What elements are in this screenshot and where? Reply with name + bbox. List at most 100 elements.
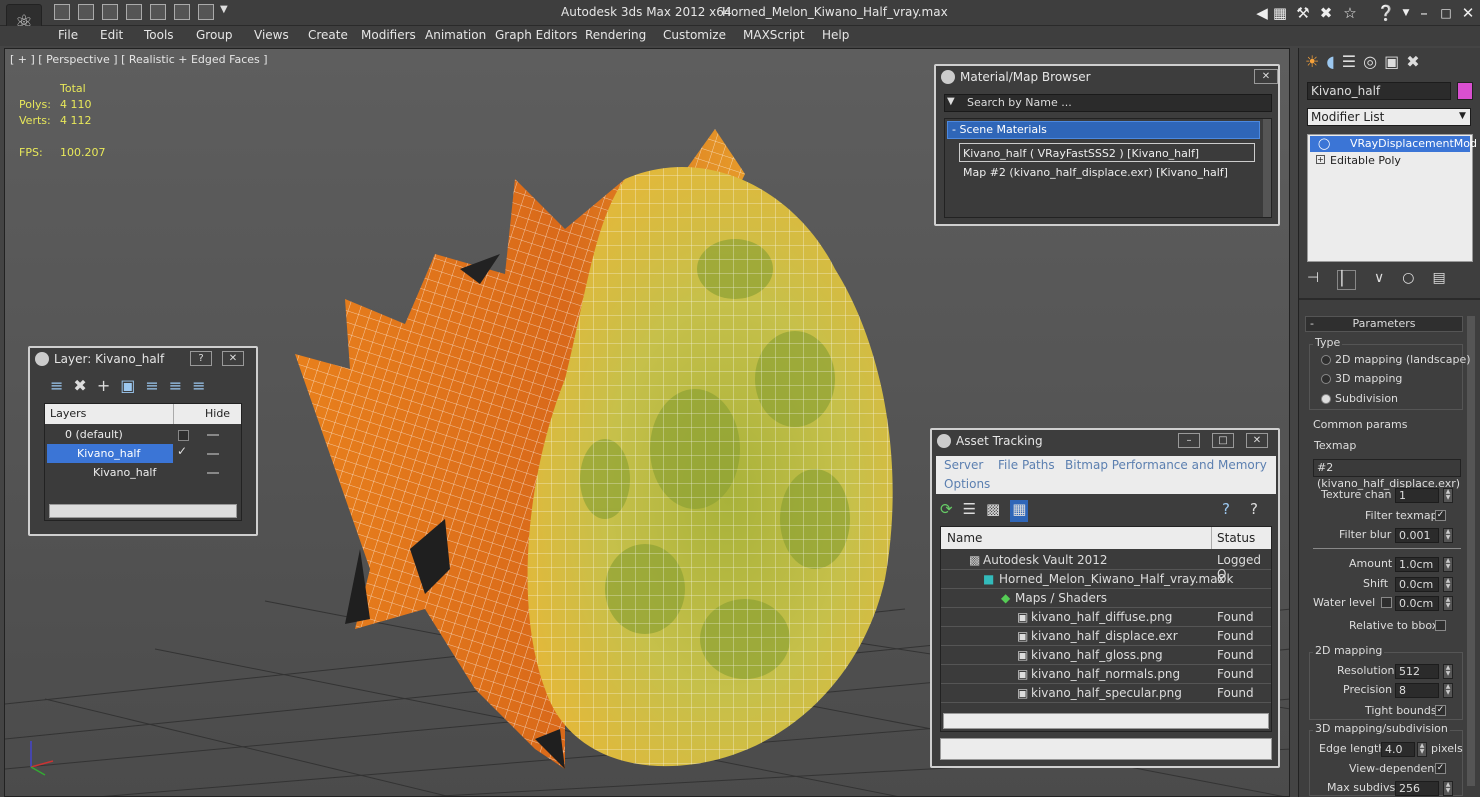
help-icon[interactable]: ?	[190, 351, 212, 366]
search-options-icon[interactable]: ▼	[947, 96, 955, 107]
object-color-swatch[interactable]	[1457, 82, 1473, 100]
radio-2d-mapping[interactable]	[1321, 355, 1331, 365]
hide-toggle[interactable]	[207, 453, 219, 455]
amount-spinner[interactable]: ▲ ▼	[1443, 557, 1453, 572]
star-icon[interactable]: ☆	[1340, 3, 1360, 23]
shift-input[interactable]: 0.0cm	[1395, 577, 1439, 592]
viewport-label[interactable]: [ + ] [ Perspective ] [ Realistic + Edge…	[10, 53, 268, 66]
menu-animation[interactable]: Animation	[425, 28, 486, 42]
water-level-input[interactable]: 0.0cm	[1395, 596, 1439, 611]
table-row[interactable]: ▣ kivano_half_diffuse.png Found	[941, 608, 1271, 627]
hide-toggle[interactable]	[207, 472, 219, 474]
layer-row-object[interactable]: Kivano_half	[93, 463, 156, 482]
layer-titlebar[interactable]: Layer: Kivano_half ? ✕	[30, 348, 256, 370]
expand-icon[interactable]: +	[1316, 155, 1325, 164]
asset-menu-bitmap[interactable]: Bitmap Performance and Memory	[1065, 458, 1267, 472]
layer-hide-icon[interactable]: ≡	[192, 376, 205, 398]
list-icon[interactable]: ☰	[963, 500, 976, 522]
asset-path-field[interactable]	[940, 738, 1272, 760]
asset-tracking-titlebar[interactable]: Asset Tracking – □ ✕	[932, 430, 1278, 452]
water-level-spinner[interactable]: ▲ ▼	[1443, 596, 1453, 611]
filter-blur-input[interactable]: 0.001	[1395, 528, 1439, 543]
close-icon[interactable]: ✕	[1254, 69, 1278, 84]
help-icon[interactable]: ❔	[1376, 3, 1396, 23]
layer-highlight-icon[interactable]: ≡	[169, 376, 182, 398]
menu-views[interactable]: Views	[254, 28, 289, 42]
layer-select-icon[interactable]: ≡	[145, 376, 158, 398]
col-status[interactable]: Status	[1217, 531, 1255, 545]
scrollbar[interactable]	[1263, 119, 1271, 217]
max-subdivs-input[interactable]: 256	[1395, 781, 1439, 796]
material-browser-titlebar[interactable]: Material/Map Browser ✕	[936, 66, 1278, 88]
table-row[interactable]: ▣ kivano_half_displace.exr Found	[941, 627, 1271, 646]
layer-row-kivano[interactable]: Kivano_half	[47, 444, 173, 463]
modifier-list-dropdown[interactable]: Modifier List	[1307, 108, 1471, 126]
filter-texmap-checkbox[interactable]: ✓	[1435, 510, 1446, 521]
hide-toggle[interactable]	[207, 434, 219, 436]
table-row[interactable]: ■ Horned_Melon_Kiwano_Half_vray.max Ok	[941, 570, 1271, 589]
thumbnail-icon[interactable]: ▩	[986, 500, 1000, 522]
close-icon[interactable]: ✕	[222, 351, 244, 366]
quick-access-dropdown-icon[interactable]: ▼	[220, 4, 228, 15]
binoculars-icon[interactable]: ▦	[1270, 3, 1290, 23]
context-help-icon[interactable]: ?	[1250, 500, 1258, 518]
table-row[interactable]: ◆ Maps / Shaders	[941, 589, 1271, 608]
left-arrow-icon[interactable]: ◀	[1252, 3, 1272, 23]
asset-menu-file[interactable]: File	[998, 458, 1018, 472]
parameters-rollout[interactable]: - Parameters	[1305, 316, 1463, 332]
max-subdivs-spinner[interactable]: ▲ ▼	[1443, 781, 1453, 796]
radio-3d-mapping[interactable]	[1321, 374, 1331, 384]
remove-modifier-icon[interactable]: ○	[1402, 270, 1414, 290]
hold-icon[interactable]	[150, 4, 166, 20]
redo-icon[interactable]	[126, 4, 142, 20]
add-icon[interactable]: +	[97, 376, 110, 398]
relative-bbox-checkbox[interactable]	[1435, 620, 1446, 631]
edge-length-spinner[interactable]: ▲ ▼	[1417, 742, 1427, 757]
asset-menu-options[interactable]: Options	[944, 477, 990, 491]
show-end-result-icon[interactable]: ▏	[1337, 270, 1356, 290]
edge-length-input[interactable]: 4.0	[1381, 742, 1415, 757]
panel-scrollbar[interactable]	[1467, 316, 1475, 786]
table-row[interactable]: ▣ kivano_half_specular.png Found	[941, 684, 1271, 703]
menu-maxscript[interactable]: MAXScript	[743, 28, 805, 42]
menu-help[interactable]: Help	[822, 28, 849, 42]
layer-stack-icon[interactable]: ≡	[50, 376, 63, 398]
col-name[interactable]: Name	[947, 531, 982, 545]
radio-subdivision[interactable]	[1321, 394, 1331, 404]
menu-graph-editors[interactable]: Graph Editors	[495, 28, 577, 42]
minimize-icon[interactable]: –	[1178, 433, 1200, 448]
material-item[interactable]: Kivano_half ( VRayFastSSS2 ) [Kivano_hal…	[959, 143, 1255, 162]
configure-sets-icon[interactable]: ▤	[1432, 270, 1445, 290]
active-layer-checkbox[interactable]	[178, 430, 189, 441]
view-dependent-checkbox[interactable]: ✓	[1435, 763, 1446, 774]
motion-tab-icon[interactable]: ◎	[1363, 52, 1377, 76]
table-view-icon[interactable]: ▦	[1010, 500, 1029, 522]
object-name-input[interactable]: Kivano_half	[1307, 82, 1451, 100]
tools-icon[interactable]: ⚒	[1293, 3, 1313, 23]
scene-materials-group[interactable]: - Scene Materials	[947, 121, 1260, 139]
horizontal-scrollbar[interactable]	[49, 504, 237, 518]
help-dropdown-icon[interactable]: ▼	[1396, 3, 1416, 23]
shift-spinner[interactable]: ▲ ▼	[1443, 577, 1453, 592]
amount-input[interactable]: 1.0cm	[1395, 557, 1439, 572]
horizontal-scrollbar[interactable]	[943, 713, 1269, 729]
save-icon[interactable]	[78, 4, 94, 20]
menu-tools[interactable]: Tools	[144, 28, 174, 42]
close-icon[interactable]: ✕	[1246, 433, 1268, 448]
tight-bounds-checkbox[interactable]: ✓	[1435, 705, 1446, 716]
texmap-button[interactable]: #2 (kivano_half_displace.exr)	[1313, 459, 1461, 490]
col-layers[interactable]: Layers	[50, 407, 86, 420]
maximize-icon[interactable]: □	[1436, 3, 1456, 23]
fetch-icon[interactable]	[174, 4, 190, 20]
project-icon[interactable]	[198, 4, 214, 20]
lightbulb-icon[interactable]: ◯	[1318, 137, 1330, 150]
modify-tab-icon[interactable]: ◖	[1326, 52, 1334, 76]
table-row[interactable]: ▣ kivano_half_normals.png Found	[941, 665, 1271, 684]
col-hide[interactable]: Hide	[205, 407, 230, 420]
table-row[interactable]: ▩ Autodesk Vault 2012 Logged O	[941, 551, 1271, 581]
link-icon[interactable]: ✖	[1316, 3, 1336, 23]
pin-stack-icon[interactable]: ⊣	[1307, 270, 1319, 290]
menu-file[interactable]: File	[58, 28, 78, 42]
asset-menu-server[interactable]: Server	[944, 458, 983, 472]
texture-chan-spinner[interactable]: ▲ ▼	[1443, 488, 1453, 503]
